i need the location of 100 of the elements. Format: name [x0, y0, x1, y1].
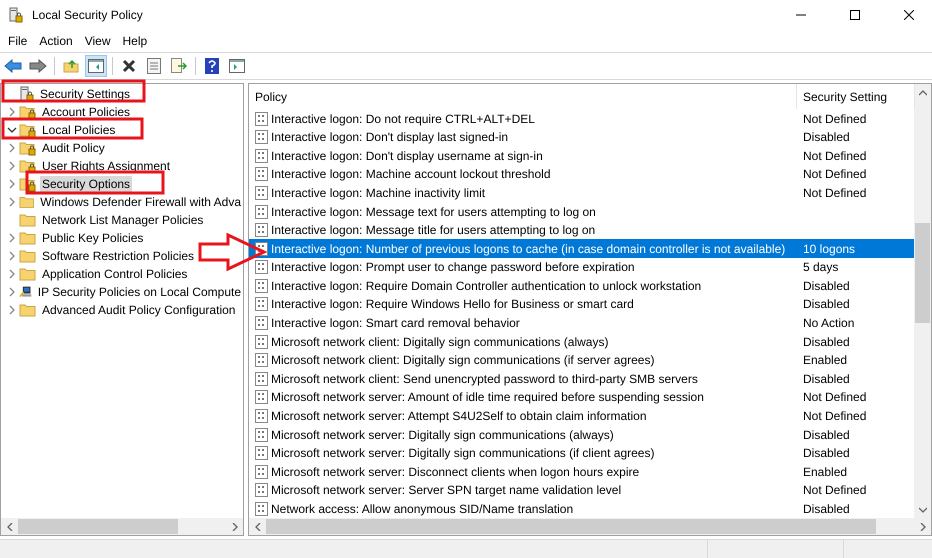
policy-icon [255, 148, 268, 163]
table-row[interactable]: Interactive logon: Machine account lockout threshold Not Defined [249, 165, 914, 184]
policy-icon [255, 112, 268, 126]
folder-icon [19, 266, 37, 282]
table-row[interactable]: Interactive logon: Message text for users attempting to log on [249, 202, 914, 221]
menu-item[interactable]: File [2, 30, 34, 52]
horizontal-scrollbar[interactable] [249, 518, 931, 535]
chevron-right-icon[interactable] [7, 251, 17, 261]
table-row[interactable]: Interactive logon: Message title for users attempting to log on [249, 220, 914, 240]
policy-icon [255, 372, 268, 386]
security-setting: 5 days [803, 260, 838, 274]
policy-name: Microsoft network server: Digitally sign communications (if client agrees) [271, 446, 654, 460]
table-row[interactable]: Microsoft network server: Amount of idle time required before suspending session Not Defined [249, 388, 914, 407]
table-row[interactable]: Interactive logon: Require Domain Controller authentication to unlock workstation Disabled [249, 276, 914, 296]
security-setting: Not Defined [803, 167, 866, 182]
security-setting: Disabled [803, 428, 850, 442]
export-icon [171, 58, 187, 74]
tree-item[interactable]: Public Key Policies [40, 230, 146, 246]
table-row[interactable]: Network access: Allow anonymous SID/Name translation Disabled [249, 500, 914, 518]
tree-item[interactable]: Network List Manager Policies [40, 212, 206, 228]
annotation-arrow [198, 232, 268, 272]
table-row[interactable]: Interactive logon: Don't display last signed-in Disabled [249, 128, 914, 147]
policy-icon [255, 502, 268, 516]
tree-item[interactable]: Security Settings [38, 86, 132, 102]
chevron-right-icon[interactable] [7, 107, 17, 117]
tree-item[interactable]: Security Options [40, 176, 132, 192]
close-icon [904, 10, 914, 20]
tree-item[interactable]: Local Policies [40, 122, 118, 138]
tree-item[interactable]: Advanced Audit Policy Configuration [40, 302, 238, 318]
chevron-right-icon[interactable] [7, 287, 17, 297]
table-row[interactable]: Interactive logon: Machine inactivity limit Not Defined [249, 184, 914, 202]
folder-icon [19, 212, 37, 228]
policy-icon [255, 278, 268, 293]
policy-name: Microsoft network client: Send unencrypted password to third-party SMB servers [271, 372, 698, 386]
policy-name: Interactive logon: Require Windows Hello for Business or smart card [271, 297, 634, 312]
table-row[interactable]: Interactive logon: Smart card removal behavior No Action [249, 314, 914, 332]
show-tree-button[interactable] [85, 55, 107, 77]
table-row[interactable]: Microsoft network client: Digitally sign communications (always) Disabled [249, 332, 914, 351]
table-row[interactable]: Microsoft network server: Digitally sign communications (always) Disabled [249, 425, 914, 444]
table-row[interactable]: Microsoft network client: Send unencrypted password to third-party SMB servers Disabled [249, 370, 914, 388]
folder-icon [19, 302, 37, 318]
menu-item[interactable]: View [78, 30, 116, 52]
policy-name: Microsoft network server: Amount of idle time required before suspending session [271, 390, 704, 404]
security-setting: Disabled [803, 297, 850, 312]
table-row[interactable]: Interactive logon: Don't display username at sign-in Not Defined [249, 146, 914, 166]
lock-folder-icon [19, 140, 37, 156]
window-title: Local Security Policy [32, 8, 144, 22]
policy-icon [255, 353, 268, 368]
x-icon [122, 59, 136, 73]
scroll-thumb[interactable] [915, 223, 930, 323]
chevron-down-icon [918, 506, 926, 514]
tree-item[interactable]: Software Restriction Policies [40, 248, 196, 264]
table-row[interactable]: Interactive logon: Prompt user to change password before expiration 5 days [249, 258, 914, 277]
tree-item[interactable]: Audit Policy [40, 140, 107, 156]
tree-item[interactable]: Application Control Policies [40, 266, 190, 282]
chevron-right-icon[interactable] [7, 305, 17, 315]
lock-server-icon [8, 7, 24, 23]
table-row[interactable]: Microsoft network server: Digitally sign communications (if client agrees) Disabled [249, 444, 914, 462]
policy-name: Interactive logon: Do not require CTRL+ALT+DEL [271, 112, 535, 126]
security-setting: Disabled [803, 502, 850, 516]
chevron-right-icon[interactable] [7, 197, 17, 207]
security-setting: Disabled [803, 372, 850, 386]
column-header[interactable]: Policy [249, 84, 797, 110]
vertical-scrollbar[interactable] [914, 84, 931, 518]
policy-name: Microsoft network server: Server SPN target name validation level [271, 483, 622, 498]
table-row[interactable]: Microsoft network client: Digitally sign communications (if server agrees) Enabled [249, 350, 914, 370]
table-row[interactable]: Interactive logon: Number of previous logons to cache (in case domain controller is not available) 10 logons [249, 239, 914, 258]
policy-name: Microsoft network server: Digitally sign communications (always) [271, 428, 614, 442]
security-setting: Enabled [803, 464, 848, 479]
scroll-thumb[interactable] [18, 519, 178, 534]
tree-item[interactable]: IP Security Policies on Local Compute [36, 284, 243, 300]
security-setting: Not Defined [803, 408, 866, 423]
table-row[interactable]: Microsoft network server: Attempt S4U2Self to obtain claim information Not Defined [249, 406, 914, 426]
table-row[interactable]: Microsoft network server: Server SPN target name validation level Not Defined [249, 480, 914, 500]
tree-item[interactable]: User Rights Assignment [40, 158, 172, 174]
table-row[interactable]: Microsoft network server: Disconnect clients when logon hours expire Enabled [249, 462, 914, 481]
chevron-right-icon[interactable] [7, 143, 17, 153]
chevron-right-icon[interactable] [7, 161, 17, 171]
policy-icon [255, 428, 268, 442]
policy-icon [255, 483, 268, 498]
tree-item[interactable]: Account Policies [40, 104, 132, 120]
policy-icon [255, 186, 268, 200]
table-row[interactable]: Interactive logon: Do not require CTRL+ALT+DEL Not Defined [249, 109, 914, 128]
menu-item[interactable]: Help [116, 30, 154, 52]
table-row[interactable]: Interactive logon: Require Windows Hello for Business or smart card Disabled [249, 295, 914, 314]
horizontal-scrollbar[interactable] [1, 518, 243, 535]
policy-icon [255, 408, 268, 423]
chevron-down-icon[interactable] [7, 125, 17, 135]
chevron-right-icon[interactable] [7, 233, 17, 243]
policy-icon [255, 167, 268, 182]
chevron-right-icon[interactable] [7, 269, 17, 279]
lock-folder-icon [19, 104, 37, 120]
chevron-right-icon [918, 522, 926, 530]
menu-item[interactable]: Action [33, 30, 79, 52]
security-setting: Disabled [803, 446, 850, 460]
tree-item[interactable]: Windows Defender Firewall with Adva [38, 194, 243, 210]
scroll-thumb[interactable] [266, 519, 876, 534]
chevron-right-icon[interactable] [7, 179, 17, 189]
security-setting: Not Defined [803, 186, 866, 200]
security-setting: Enabled [803, 353, 848, 368]
